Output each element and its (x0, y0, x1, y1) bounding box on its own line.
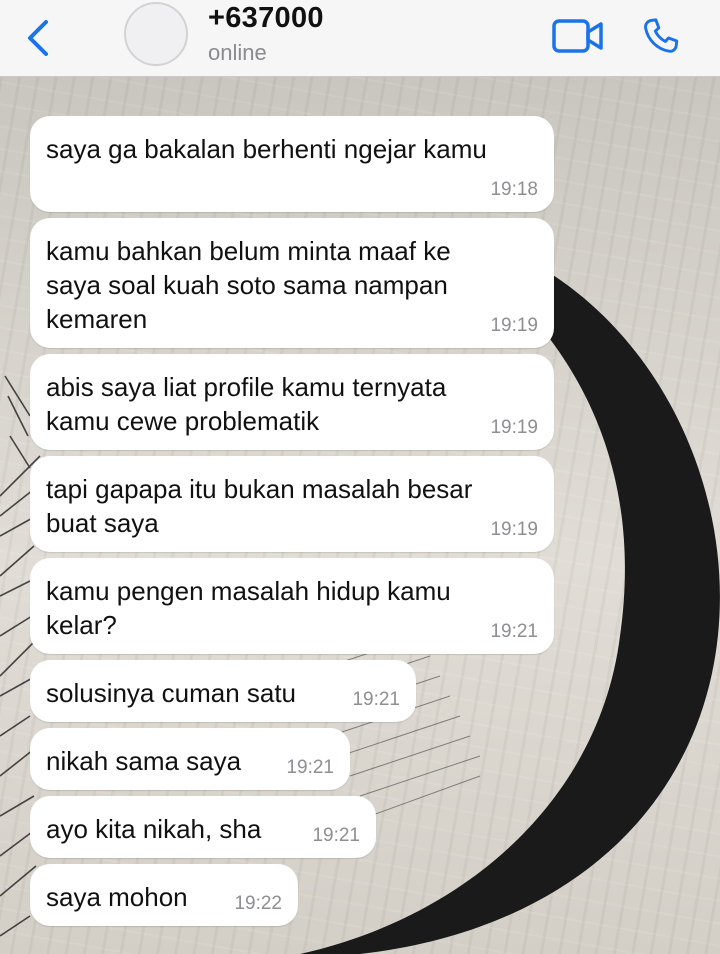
phone-icon (644, 18, 679, 53)
message-text: ayo kita nikah, sha (46, 814, 262, 844)
message-text: saya ga bakalan berhenti ngejar kamu (46, 134, 487, 164)
video-camera-icon (552, 19, 603, 53)
message-text: abis saya liat profile kamu ternyata kam… (46, 372, 447, 436)
message-time: 19:19 (490, 315, 538, 336)
message-text: nikah sama saya (46, 746, 242, 776)
message-time: 19:22 (234, 893, 282, 914)
message-bubble[interactable]: nikah sama saya 19:21 (30, 728, 350, 790)
video-call-button[interactable] (551, 16, 605, 56)
chevron-left-icon (28, 20, 48, 56)
message-bubble[interactable]: kamu pengen masalah hidup kamu kelar? 19… (30, 558, 554, 654)
message-bubble[interactable]: kamu bahkan belum minta maaf ke saya soa… (30, 218, 554, 348)
message-time: 19:21 (286, 757, 334, 778)
message-time: 19:19 (490, 417, 538, 438)
contact-name[interactable]: +637000 (208, 2, 324, 35)
voice-call-button[interactable] (639, 14, 683, 58)
message-bubble[interactable]: abis saya liat profile kamu ternyata kam… (30, 354, 554, 450)
message-text: kamu bahkan belum minta maaf ke saya soa… (46, 236, 451, 334)
message-bubble[interactable]: tapi gapapa itu bukan masalah besar buat… (30, 456, 554, 552)
message-time: 19:18 (490, 179, 538, 200)
message-text: saya mohon (46, 882, 188, 912)
message-time: 19:21 (312, 825, 360, 846)
back-button[interactable] (24, 18, 54, 58)
message-time: 19:21 (352, 689, 400, 710)
message-bubble[interactable]: ayo kita nikah, sha 19:21 (30, 796, 376, 858)
chat-header: +637000 online (0, 0, 720, 77)
message-bubble[interactable]: saya mohon 19:22 (30, 864, 298, 926)
message-text: solusinya cuman satu (46, 678, 297, 708)
contact-status: online (208, 40, 267, 65)
message-bubble[interactable]: solusinya cuman satu 19:21 (30, 660, 416, 722)
message-time: 19:19 (490, 519, 538, 540)
avatar[interactable] (124, 2, 188, 66)
message-text: kamu pengen masalah hidup kamu kelar? (46, 576, 451, 640)
message-bubble[interactable]: saya ga bakalan berhenti ngejar kamu 19:… (30, 116, 554, 212)
message-text: tapi gapapa itu bukan masalah besar buat… (46, 474, 473, 538)
message-time: 19:21 (490, 621, 538, 642)
